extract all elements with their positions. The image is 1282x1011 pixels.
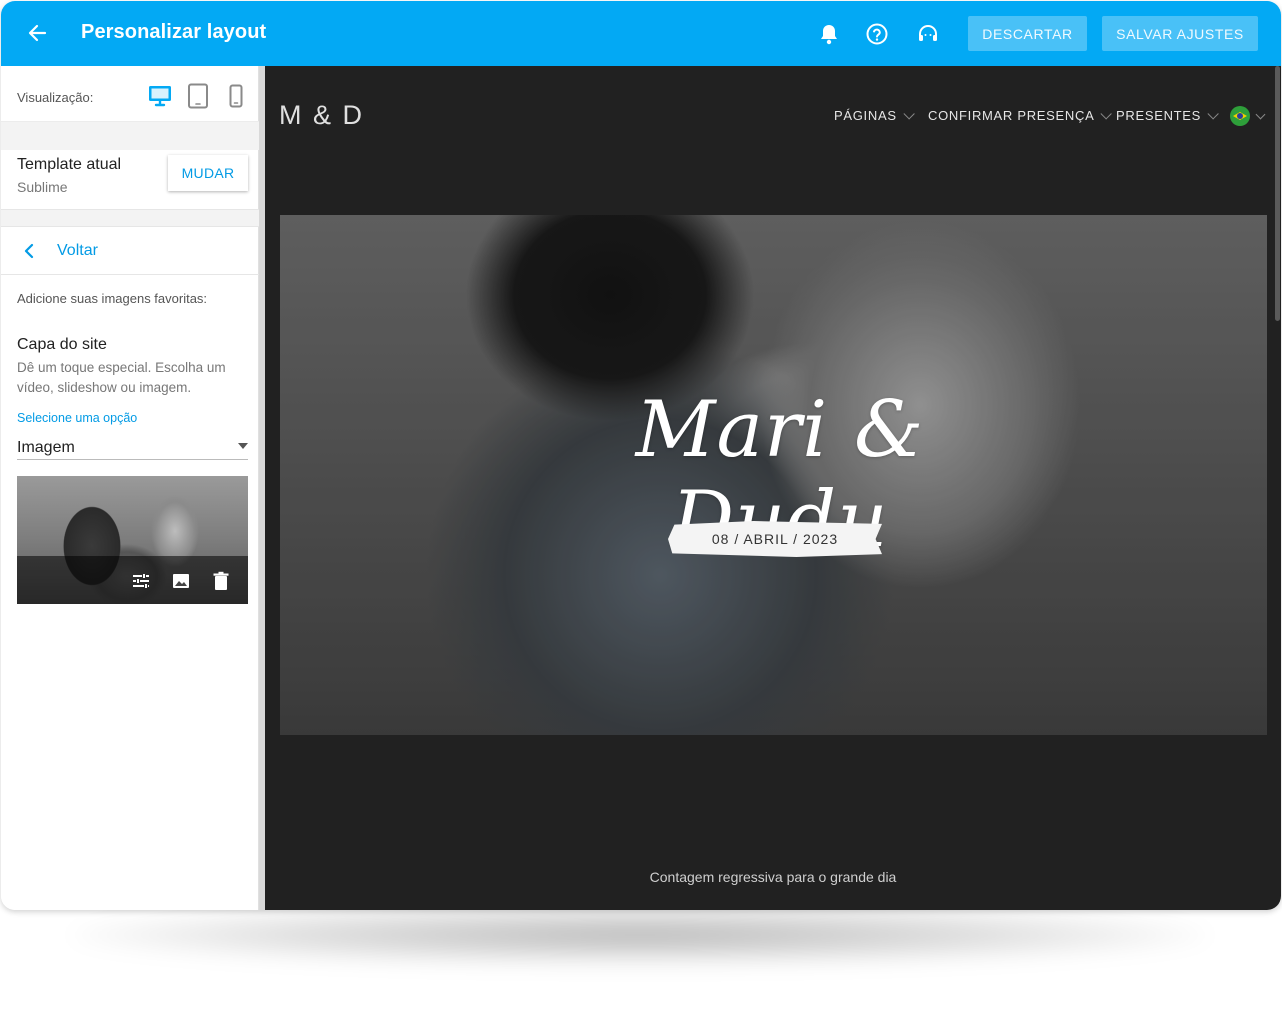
- bell-icon[interactable]: [816, 21, 842, 47]
- site-preview: M & D PÁGINAS CONFIRMAR PRESENÇA PRESENT…: [265, 66, 1281, 910]
- select-label: Selecione uma opção: [17, 411, 138, 425]
- chevron-down-icon: [1100, 107, 1113, 120]
- frame-shadow: [70, 905, 1210, 965]
- images-intro: Adicione suas imagens favoritas:: [17, 291, 208, 306]
- cover-type-select[interactable]: Imagem: [17, 434, 248, 460]
- hero-cover-image: Mari & Dudu 08 / ABRIL / 2023: [280, 215, 1267, 735]
- nav-item-pages[interactable]: PÁGINAS: [834, 107, 915, 123]
- top-bar: Personalizar layout DESCARTAR SALVAR AJU…: [1, 1, 1281, 66]
- section-spacer: [1, 210, 259, 227]
- app-window: Personalizar layout DESCARTAR SALVAR AJU…: [1, 1, 1281, 910]
- nav-label: PRESENTES: [1116, 108, 1202, 123]
- discard-button[interactable]: DESCARTAR: [968, 16, 1087, 51]
- cover-image-thumbnail: [17, 476, 248, 604]
- trash-icon[interactable]: [211, 571, 231, 591]
- support-headset-icon[interactable]: [915, 21, 941, 47]
- brazil-flag-icon[interactable]: [1230, 106, 1250, 126]
- help-icon[interactable]: [864, 21, 890, 47]
- chevron-down-icon: [1207, 107, 1219, 120]
- nav-item-rsvp[interactable]: CONFIRMAR PRESENÇA: [928, 107, 1113, 123]
- back-label: Voltar: [57, 242, 98, 259]
- current-template-row: Template atual Sublime MUDAR: [1, 150, 259, 210]
- nav-label: CONFIRMAR PRESENÇA: [928, 108, 1095, 123]
- template-name: Sublime: [17, 179, 68, 195]
- sidebar: Visualização: Template atual Sublime MUD…: [1, 66, 259, 910]
- view-mode-row: Visualização:: [1, 66, 259, 122]
- nav-label: PÁGINAS: [834, 108, 897, 123]
- site-logo[interactable]: M & D: [279, 100, 364, 131]
- select-value: Imagem: [17, 439, 75, 456]
- mobile-icon[interactable]: [222, 82, 250, 110]
- wedding-date-badge: 08 / ABRIL / 2023: [668, 521, 882, 557]
- chevron-down-icon: [1255, 109, 1266, 120]
- cover-description: Dê um toque especial. Escolha um vídeo, …: [17, 360, 226, 395]
- view-label: Visualização:: [17, 90, 94, 105]
- cover-title: Capa do site: [17, 336, 107, 353]
- countdown-caption: Contagem regressiva para o grande dia: [649, 869, 897, 885]
- caret-down-icon: [238, 443, 248, 449]
- page-title: Personalizar layout: [81, 21, 267, 43]
- back-link[interactable]: Voltar: [1, 227, 259, 275]
- template-title: Template atual: [17, 156, 122, 173]
- tablet-icon[interactable]: [184, 82, 212, 110]
- nav-item-gifts[interactable]: PRESENTES: [1116, 107, 1219, 123]
- change-template-button[interactable]: MUDAR: [168, 155, 248, 191]
- save-settings-button[interactable]: SALVAR AJUSTES: [1102, 16, 1258, 51]
- back-arrow-icon[interactable]: [23, 19, 51, 47]
- desktop-icon[interactable]: [146, 82, 174, 110]
- chevron-down-icon: [903, 107, 915, 120]
- adjust-sliders-icon[interactable]: [131, 571, 151, 591]
- chevron-left-icon: [21, 243, 37, 259]
- image-icon[interactable]: [171, 571, 191, 591]
- section-spacer: [1, 122, 259, 150]
- preview-scrollbar[interactable]: [1275, 66, 1280, 321]
